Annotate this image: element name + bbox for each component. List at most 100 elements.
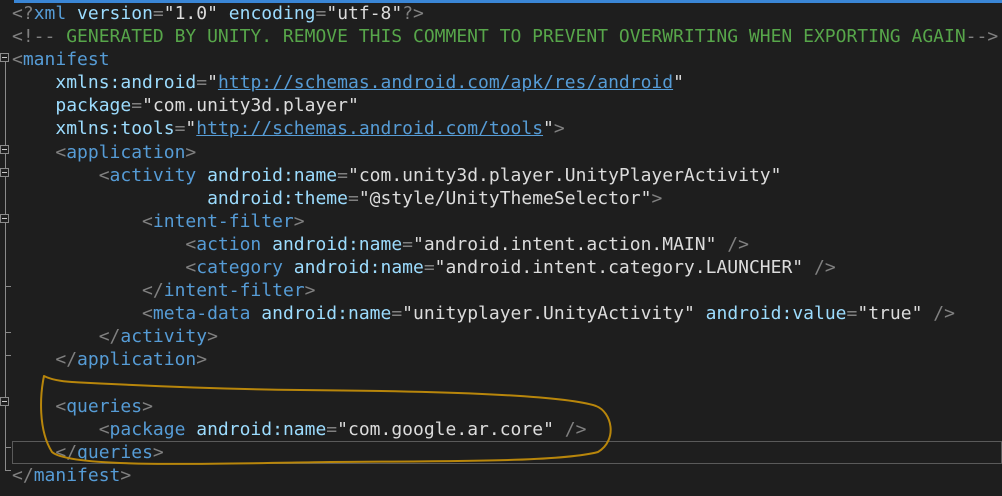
code-token-attr: android:name: [272, 233, 403, 255]
code-token-tag: action: [196, 233, 262, 255]
code-token-link[interactable]: http://schemas.android.com/tools: [196, 118, 543, 139]
code-token-str: android.intent.action.MAIN: [423, 233, 706, 255]
code-token-punc: =: [402, 233, 413, 255]
code-token-punc: </: [98, 326, 121, 348]
code-line[interactable]: <package android:name="com.google.ar.cor…: [12, 418, 1002, 441]
code-token-attr: encoding: [228, 3, 316, 24]
code-line[interactable]: <intent-filter>: [12, 210, 1002, 233]
code-token-punc: <: [12, 49, 23, 71]
code-line[interactable]: xmlns:tools="http://schemas.android.com/…: [12, 117, 1002, 140]
code-line[interactable]: </queries>: [12, 440, 1002, 464]
code-token-punc: </: [55, 441, 78, 463]
code-token-punc: <: [98, 418, 110, 440]
code-line[interactable]: android:theme="@style/UnityThemeSelector…: [12, 187, 1002, 210]
code-token-comment: GENERATED BY UNITY. REMOVE THIS COMMENT …: [55, 26, 966, 48]
fold-end-activity: [5, 332, 11, 333]
code-token-q: ": [683, 303, 695, 325]
code-token-str: @style/UnityThemeSelector: [369, 187, 641, 209]
code-line[interactable]: </manifest>: [12, 464, 1002, 487]
code-line[interactable]: package="com.unity3d.player": [12, 94, 1002, 117]
code-line[interactable]: </activity>: [12, 325, 1002, 348]
fold-toggle-application[interactable]: [0, 145, 9, 154]
code-token-q: ": [391, 3, 403, 24]
code-line[interactable]: <manifest: [12, 48, 1002, 71]
code-token-attr: android:name: [293, 257, 424, 279]
code-token-q: ": [326, 3, 338, 24]
code-line[interactable]: </intent-filter>: [12, 279, 1002, 302]
code-token-q: ": [543, 418, 554, 440]
code-token-punc: =: [391, 303, 403, 325]
fold-toggle-intent-filter[interactable]: [0, 214, 9, 223]
code-token-punc: =: [315, 3, 327, 24]
code-token-punc: =: [846, 303, 858, 325]
code-token-punc: >: [207, 326, 218, 348]
code-token-punc: =: [337, 164, 348, 186]
code-token-q: ": [434, 257, 446, 279]
code-token-q: ": [857, 303, 869, 325]
code-token-punc: <: [185, 257, 197, 279]
code-token-str: 1.0: [174, 3, 208, 24]
code-token-attr: xmlns:tools: [55, 118, 175, 140]
code-token-punc: =: [326, 418, 338, 440]
code-line[interactable]: <application>: [12, 141, 1002, 164]
code-token-tag: meta-data: [152, 303, 251, 325]
code-line[interactable]: <meta-data android:name="unityplayer.Uni…: [12, 302, 1002, 325]
code-token-punc: </: [142, 280, 164, 302]
fold-end-queries: [5, 447, 11, 448]
code-token-punc: >: [304, 280, 316, 302]
code-line[interactable]: [12, 372, 1002, 395]
code-token-str: com.unity3d.player.UnityPlayerActivity: [358, 164, 771, 186]
code-token-link[interactable]: http://schemas.android.com/apk/res/andro…: [218, 72, 673, 93]
code-line[interactable]: <!-- GENERATED BY UNITY. REMOVE THIS COM…: [12, 25, 1002, 48]
code-token-punc: =: [196, 72, 208, 94]
fold-toggle-activity[interactable]: [0, 168, 9, 177]
code-token-punc: =: [423, 257, 435, 279]
code-lines[interactable]: <?xml version="1.0" encoding="utf-8"?> <!…: [12, 2, 1002, 487]
code-token-str: utf-8: [337, 3, 392, 24]
code-token-q: ": [705, 233, 717, 255]
code-token-tag: package: [109, 418, 186, 440]
code-token-punc: >: [142, 395, 153, 417]
code-token-punc: <: [142, 303, 153, 325]
code-token-q: ": [337, 418, 348, 440]
code-token-punc: >: [152, 441, 164, 463]
code-line[interactable]: <activity android:name="com.unity3d.play…: [12, 164, 1002, 187]
code-token-tag: activity: [109, 164, 197, 186]
fold-end-manifest: [5, 470, 11, 471]
code-token-punc: >: [651, 187, 663, 209]
code-token-attr: android:name: [196, 418, 327, 440]
code-line[interactable]: <category android:name="android.intent.c…: [12, 256, 1002, 279]
code-token-q: ": [347, 95, 359, 117]
code-line[interactable]: </application>: [12, 348, 1002, 371]
fold-toggle-manifest[interactable]: [0, 53, 9, 62]
code-token-punc: <?: [12, 3, 34, 24]
code-line[interactable]: <queries>: [12, 395, 1002, 418]
code-token-q: ": [347, 164, 359, 186]
code-line[interactable]: <action android:name="android.intent.act…: [12, 233, 1002, 256]
code-token-tag: activity: [120, 326, 208, 348]
code-token-tag: intent-filter: [163, 280, 305, 302]
code-token-punc: =: [131, 95, 143, 117]
code-token-tag: xml: [33, 3, 67, 24]
code-token-punc: </: [55, 349, 78, 371]
code-token-tag: intent-filter: [152, 210, 294, 232]
code-token-punc: <: [185, 233, 197, 255]
code-line[interactable]: xmlns:android="http://schemas.android.co…: [12, 71, 1002, 94]
code-line[interactable]: <?xml version="1.0" encoding="utf-8"?>: [12, 2, 1002, 25]
code-token-attr: xmlns:android: [55, 72, 197, 94]
fold-toggle-queries[interactable]: [0, 397, 9, 406]
code-token-punc: />: [553, 418, 587, 440]
code-editor[interactable]: <?xml version="1.0" encoding="utf-8"?> <!…: [0, 0, 1002, 496]
code-token-q: ": [413, 233, 424, 255]
